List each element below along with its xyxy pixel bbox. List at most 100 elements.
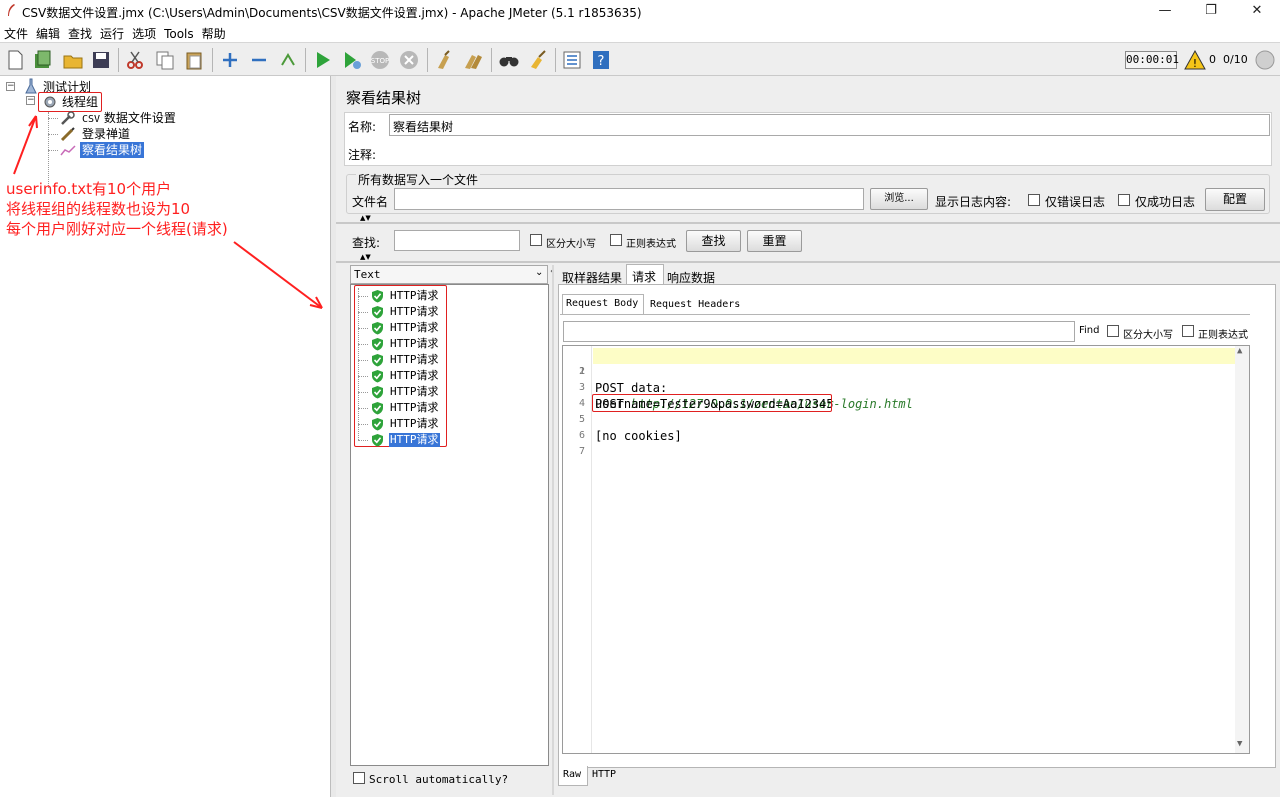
warning-icon[interactable]: ! (1184, 50, 1206, 70)
scroll-auto-label: Scroll automatically? (369, 773, 509, 786)
case-sensitive-checkbox[interactable] (530, 234, 542, 246)
reset-button[interactable]: 重置 (747, 230, 802, 252)
code-line-6: 6 [no cookies] (578, 429, 682, 443)
request-body-editor[interactable]: 1 POST http://127.0.0.1/zentao/user-logi… (562, 345, 1250, 754)
success-shield-icon (372, 386, 383, 399)
result-item-label: HTTP请求 (390, 401, 439, 414)
browse-button[interactable]: 浏览... (870, 188, 928, 210)
find-input[interactable] (563, 321, 1075, 342)
menu-bar: 文件 编辑 查找 运行 选项 Tools 帮助 (0, 22, 1280, 42)
clear-icon[interactable] (433, 49, 455, 71)
stop-icon[interactable]: STOP (369, 49, 391, 71)
toggle-icon[interactable] (277, 49, 299, 71)
success-shield-icon (372, 290, 383, 303)
write-all-label: 所有数据写入一个文件 (356, 171, 481, 188)
paste-icon[interactable] (183, 49, 205, 71)
editor-scrollbar[interactable]: ▲ ▼ (1235, 346, 1249, 753)
menu-tools[interactable]: Tools (160, 24, 198, 41)
configure-button[interactable]: 配置 (1205, 188, 1265, 211)
search-binoculars-icon[interactable] (498, 49, 520, 71)
shutdown-icon[interactable] (398, 49, 420, 71)
restore-button[interactable]: ❐ (1188, 0, 1234, 22)
success-shield-icon (372, 354, 383, 367)
expand-icon[interactable] (219, 49, 241, 71)
tree-expander[interactable]: − (26, 96, 35, 105)
success-shield-icon (372, 338, 383, 351)
search-button[interactable]: 查找 (686, 230, 741, 252)
clear-all-icon[interactable] (462, 49, 484, 71)
pen-icon (60, 127, 75, 142)
scroll-auto-checkbox[interactable] (353, 772, 365, 784)
tab-raw-label: Raw (563, 769, 582, 780)
elapsed-timer: 00:00:01 (1125, 51, 1179, 69)
find-case-checkbox[interactable] (1107, 325, 1119, 337)
chevron-down-icon[interactable]: ▼ (1237, 739, 1242, 749)
tab-request[interactable]: 请求 (626, 264, 664, 284)
tab-http[interactable]: HTTP (592, 769, 616, 780)
splitter-arrows-icon-2[interactable]: ▲▼ (360, 253, 371, 261)
find-regex-checkbox[interactable] (1182, 325, 1194, 337)
panel-title: 察看结果树 (346, 89, 422, 107)
menu-edit[interactable]: 编辑 (32, 22, 64, 42)
csv-config-label: 数据文件设置 (103, 111, 176, 125)
comment-field[interactable] (384, 138, 1270, 164)
jmeter-feather-icon (8, 4, 15, 16)
success-shield-icon (372, 434, 383, 447)
results-tree-panel: 察看结果树 名称: 察看结果树 注释: 所有数据写入一个文件 文件名 浏览...… (336, 76, 1280, 797)
save-icon[interactable] (90, 49, 112, 71)
menu-file[interactable]: 文件 (0, 22, 32, 42)
templates-icon[interactable] (32, 49, 54, 71)
menu-search[interactable]: 查找 (64, 22, 96, 42)
help-icon[interactable]: ? (590, 49, 612, 71)
filename-input[interactable] (394, 188, 864, 210)
errors-only-checkbox[interactable] (1028, 194, 1040, 206)
regex-label: 正则表达式 (626, 239, 676, 250)
comment-label: 注释: (348, 148, 377, 162)
title-bar: CSV数据文件设置.jmx (C:\Users\Admin\Documents\… (0, 0, 1280, 22)
svg-text:STOP: STOP (371, 57, 389, 65)
tree-item-csv-config[interactable]: CSV 数据文件设置 (82, 110, 176, 126)
menu-options[interactable]: 选项 (128, 22, 160, 42)
status-indicator-icon (1255, 50, 1275, 70)
name-label: 名称: (348, 120, 377, 134)
copy-icon[interactable] (154, 49, 176, 71)
code-line-5: 5 (578, 414, 585, 425)
case-sensitive-label: 区分大小写 (546, 239, 596, 250)
start-icon[interactable] (312, 49, 334, 71)
minimize-button[interactable]: — (1142, 0, 1188, 22)
splitter-arrows-icon[interactable]: ▲▼ (360, 214, 371, 222)
open-folder-icon[interactable] (62, 49, 84, 71)
name-field[interactable]: 察看结果树 (389, 114, 1270, 136)
search-input[interactable] (394, 230, 520, 251)
reset-search-icon[interactable] (527, 49, 549, 71)
close-button[interactable]: ✕ (1234, 0, 1280, 22)
function-helper-icon[interactable] (561, 49, 583, 71)
tree-expander[interactable]: − (6, 82, 15, 91)
name-field-value: 察看结果树 (393, 120, 454, 134)
tree-item-login[interactable]: 登录禅道 (82, 126, 130, 142)
regex-checkbox[interactable] (610, 234, 622, 246)
success-only-checkbox[interactable] (1118, 194, 1130, 206)
svg-text:!: ! (1193, 57, 1197, 70)
result-item-label: HTTP请求 (390, 305, 439, 318)
new-file-icon[interactable] (4, 49, 26, 71)
success-shield-icon (372, 418, 383, 431)
tab-raw[interactable]: Raw (558, 766, 588, 786)
test-plan-icon (25, 78, 37, 94)
success-shield-icon (372, 322, 383, 335)
chevron-up-icon[interactable]: ▲ (1237, 346, 1242, 356)
tree-item-thread-group[interactable]: 线程组 (62, 94, 98, 110)
result-item-label: HTTP请求 (390, 321, 439, 334)
tab-request-headers[interactable]: Request Headers (650, 299, 740, 310)
menu-help[interactable]: 帮助 (198, 22, 230, 42)
renderer-select[interactable]: Text ⌄ (350, 265, 548, 284)
menu-run[interactable]: 运行 (96, 22, 128, 42)
result-item-label: HTTP请求 (389, 433, 440, 447)
cut-icon[interactable] (124, 49, 146, 71)
collapse-icon[interactable] (248, 49, 270, 71)
wrench-icon (61, 111, 75, 125)
tab-request-body[interactable]: Request Body (562, 294, 644, 314)
find-case-label: 区分大小写 (1123, 330, 1173, 341)
tree-item-results-tree[interactable]: 察看结果树 (80, 142, 145, 158)
start-no-pauses-icon[interactable] (341, 49, 363, 71)
